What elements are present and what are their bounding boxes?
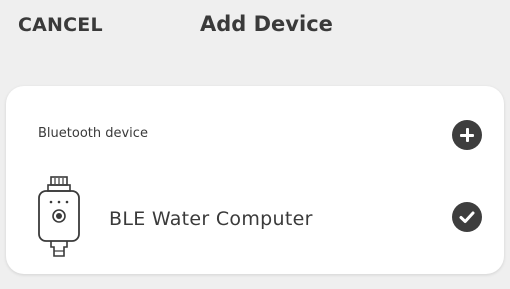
water-computer-device-icon xyxy=(38,176,80,257)
add-device-button[interactable] xyxy=(452,120,482,150)
device-list-item[interactable]: BLE Water Computer xyxy=(6,176,504,262)
header-bar: CANCEL Add Device xyxy=(0,0,510,56)
checkmark-icon xyxy=(452,202,482,232)
cancel-button[interactable]: CANCEL xyxy=(18,14,103,36)
bluetooth-device-card: Bluetooth device BLE Water Computer xyxy=(6,86,504,274)
page-title: Add Device xyxy=(200,12,333,36)
section-label-bluetooth-device: Bluetooth device xyxy=(38,126,148,141)
device-name: BLE Water Computer xyxy=(109,208,313,230)
